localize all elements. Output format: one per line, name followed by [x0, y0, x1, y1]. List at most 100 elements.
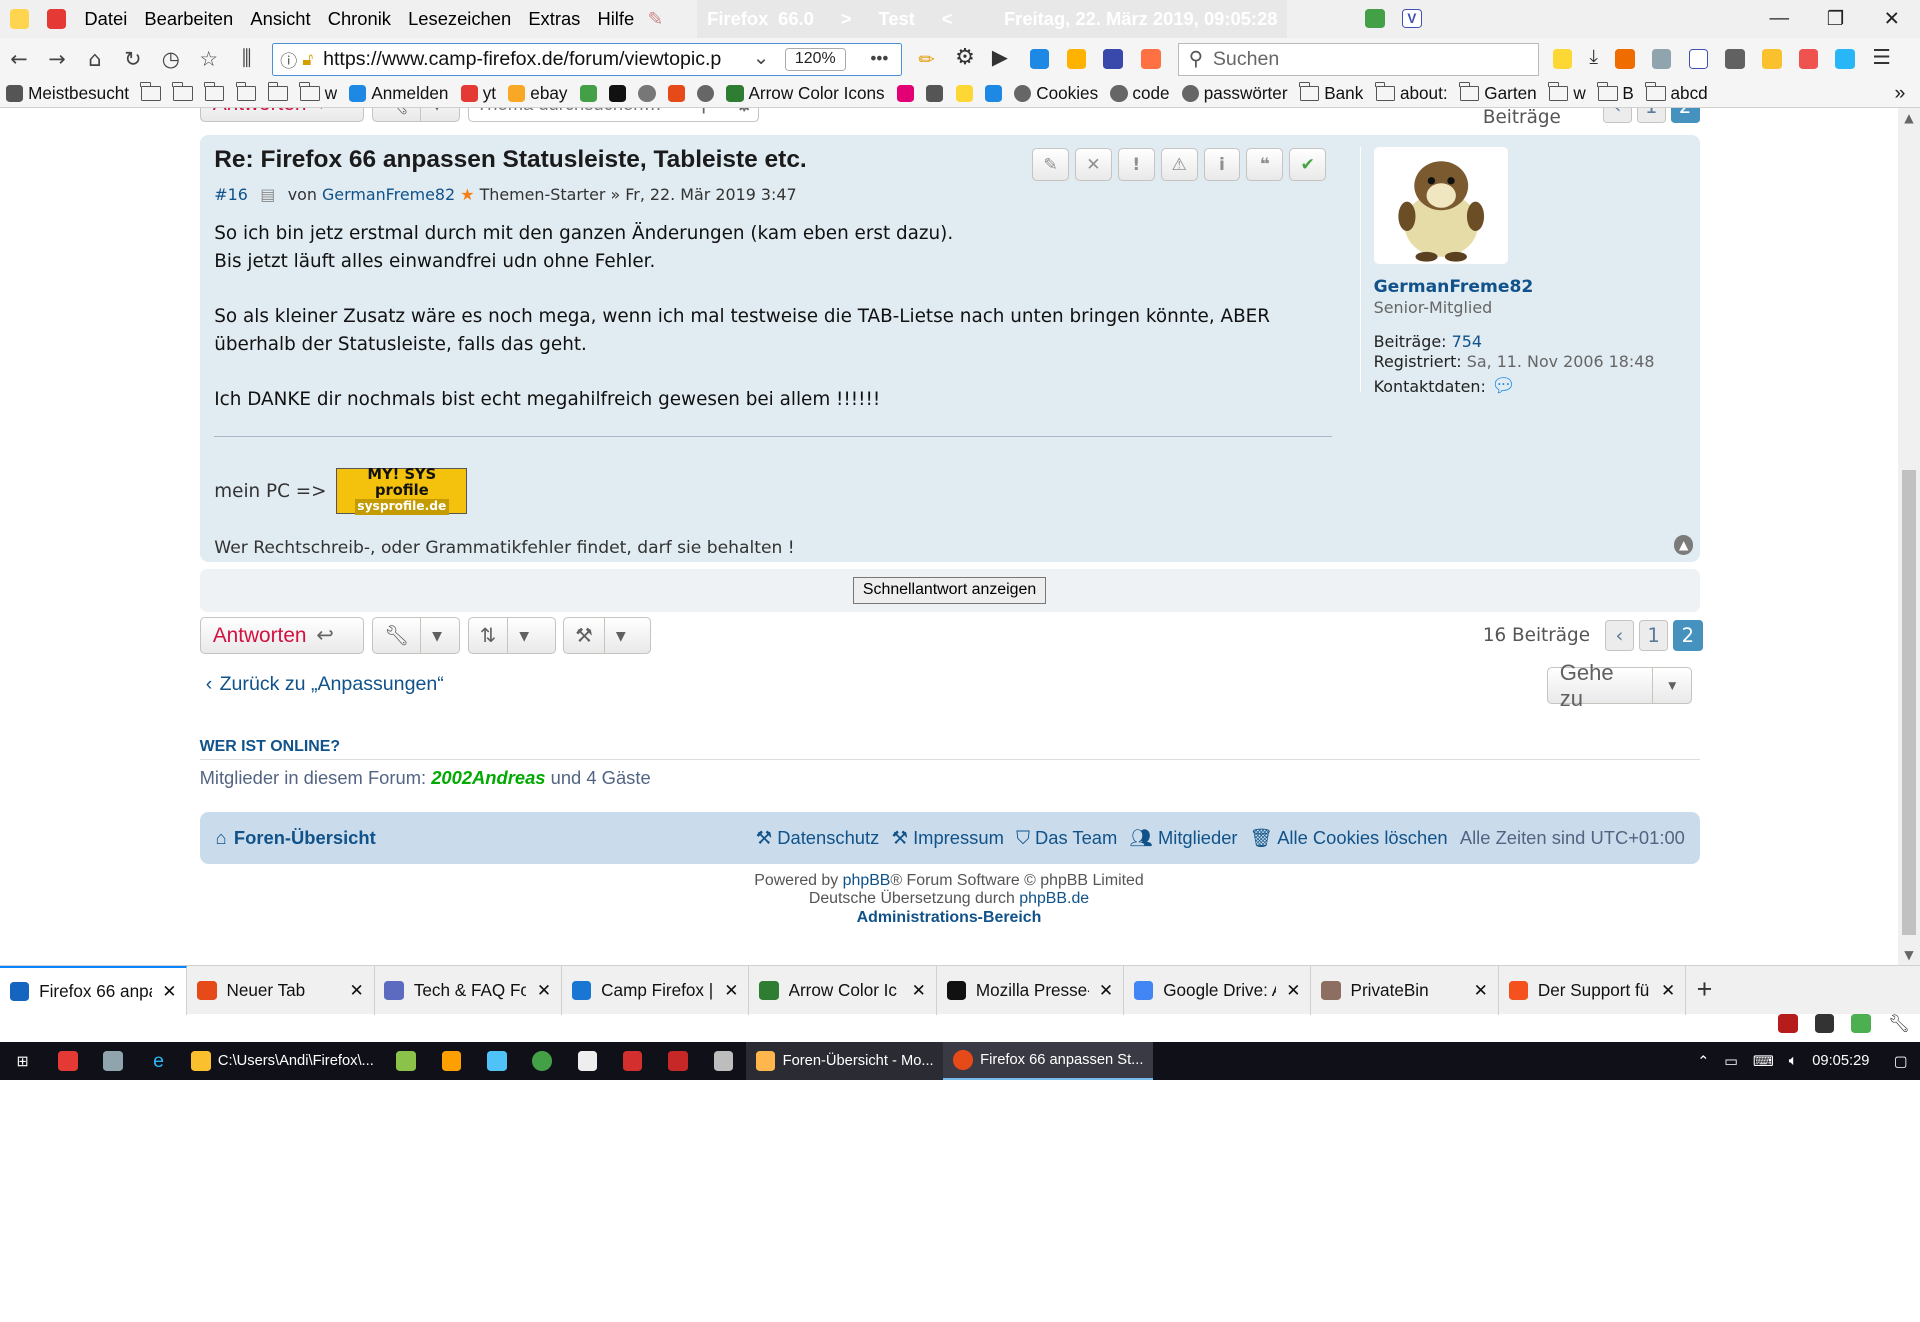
phpbb-link[interactable]: phpBB — [843, 872, 891, 889]
page-1-link[interactable]: 1 — [1638, 619, 1669, 652]
tab-close-icon[interactable]: ✕ — [724, 980, 738, 1001]
bookmark-item[interactable]: abcd — [1640, 81, 1714, 104]
avatar[interactable] — [1373, 146, 1509, 265]
menu-extras[interactable]: Extras — [520, 8, 589, 30]
bookmarks-overflow-icon[interactable]: » — [1894, 82, 1905, 105]
tab-close-icon[interactable]: ✕ — [537, 980, 551, 1001]
post-number-link[interactable]: #16 — [214, 185, 248, 204]
app-icon-9[interactable] — [655, 1042, 700, 1080]
network-icon[interactable]: ⌨ — [1753, 1053, 1774, 1070]
clock[interactable]: 09:05:29 — [1812, 1053, 1869, 1069]
browser-tab[interactable]: Mozilla Presse- ✕ — [937, 965, 1125, 1015]
team-link[interactable]: ⛉ Das Team — [1016, 827, 1117, 849]
menu-hilfe[interactable]: Hilfe — [589, 8, 643, 30]
addon-icon-2[interactable] — [1651, 48, 1672, 69]
prev-page-icon[interactable]: ‹ — [1604, 619, 1635, 652]
app-icon-5[interactable] — [474, 1042, 519, 1080]
bookmark-item[interactable] — [574, 84, 603, 102]
bookmark-item[interactable]: yt — [455, 83, 503, 104]
browser-tab[interactable]: Der Support fü ✕ — [1499, 965, 1687, 1015]
imprint-link[interactable]: ⚒ Impressum — [892, 827, 1004, 849]
bookmark-item[interactable]: Bank — [1294, 81, 1370, 104]
tab-close-icon[interactable]: ✕ — [1099, 980, 1113, 1001]
chevron-up-icon[interactable]: ⌃ — [1697, 1053, 1709, 1070]
app-icon-7[interactable] — [565, 1042, 610, 1080]
battery-icon[interactable]: ▭ — [1724, 1053, 1738, 1070]
prev-page-icon[interactable]: ‹ — [1602, 107, 1632, 123]
bookmark-item[interactable] — [920, 84, 949, 102]
sysprofile-badge[interactable]: MY! SYS profile sysprofile.de — [336, 467, 468, 515]
menu-datei[interactable]: Datei — [76, 8, 136, 30]
brush-icon[interactable]: ✏︎ — [918, 48, 934, 71]
page-2-link[interactable]: 2 — [1673, 619, 1703, 652]
bookmark-item[interactable]: code — [1104, 83, 1175, 104]
tab-close-icon[interactable]: ✕ — [1661, 980, 1675, 1001]
answer-button-bottom[interactable]: Antworten ↩ — [199, 617, 364, 654]
menu-ansicht[interactable]: Ansicht — [242, 8, 319, 30]
post-title[interactable]: Re: Firefox 66 anpassen Statusleiste, Ta… — [214, 146, 806, 174]
quick-reply-button[interactable]: Schnellantwort anzeigen — [853, 576, 1046, 604]
history-icon[interactable]: ◷ — [152, 40, 190, 77]
browser-tab[interactable]: Tech & FAQ Fo ✕ — [375, 965, 563, 1015]
forum-index-link[interactable]: ⌂ Foren-Übersicht — [215, 827, 375, 849]
tab-close-icon[interactable]: ✕ — [1286, 980, 1300, 1001]
bookmark-item[interactable] — [662, 84, 691, 102]
taskbar-window-1[interactable]: Foren-Übersicht - Mo... — [745, 1042, 944, 1080]
url-bar[interactable]: ⓘ 🔓︎ https://www.camp-firefox.de/forum/v… — [271, 42, 903, 76]
back-to-top-icon[interactable]: ▲ — [1673, 535, 1694, 555]
bookmark-item[interactable] — [891, 84, 920, 102]
taskbar-window-2[interactable]: Firefox 66 anpassen St... — [943, 1042, 1154, 1080]
minimize-icon[interactable]: — — [1751, 0, 1807, 38]
bookmark-item[interactable]: passwörter — [1176, 83, 1294, 104]
addon-icon-3[interactable] — [1688, 48, 1709, 69]
gear-icon[interactable]: ⚙ — [735, 108, 753, 116]
search-bar[interactable]: ⚲ Suchen — [1177, 42, 1540, 76]
members-link[interactable]: 👥︎ Mitglieder — [1130, 827, 1238, 849]
info-icon[interactable]: ⓘ — [280, 47, 297, 72]
bookmark-item[interactable]: ebay — [502, 83, 573, 104]
bookmark-item[interactable]: B — [1592, 81, 1640, 104]
warning-icon[interactable]: ⚠ — [1160, 148, 1198, 182]
bookmark-item[interactable]: Garten — [1454, 81, 1543, 104]
library-icon[interactable]: ⫼ — [228, 40, 266, 77]
addon-icon-1[interactable] — [1615, 48, 1635, 69]
play-icon[interactable]: ▶ — [992, 45, 1008, 69]
phpbb-de-link[interactable]: phpBB.de — [1019, 890, 1089, 907]
scrollbar-thumb[interactable] — [1901, 470, 1917, 936]
download-icon[interactable]: ⤓ — [1589, 45, 1598, 69]
zoom-indicator[interactable]: 120% — [784, 47, 846, 71]
bookmark-item[interactable] — [979, 84, 1008, 102]
edit-icon[interactable]: ✎ — [1032, 148, 1069, 182]
s-addon-icon[interactable] — [1851, 1013, 1871, 1034]
menu-lesezeichen[interactable]: Lesezeichen — [400, 8, 520, 30]
app-icon-10[interactable] — [701, 1042, 746, 1080]
tab-close-icon[interactable]: ✕ — [1474, 980, 1488, 1001]
ublock-icon[interactable] — [1777, 1013, 1798, 1034]
bookmark-item[interactable]: Arrow Color Icons — [720, 83, 890, 104]
v-addon-icon[interactable]: V — [1402, 8, 1422, 29]
browser-tab[interactable]: Firefox 66 anpa ✕ — [0, 965, 188, 1015]
gear-icon[interactable]: ⚙ — [955, 45, 975, 70]
star-icon[interactable]: ☆ — [190, 40, 228, 77]
browser-tab[interactable]: Arrow Color Ic ✕ — [749, 965, 937, 1015]
delete-cookies-link[interactable]: 🗑︎ Alle Cookies löschen — [1250, 827, 1448, 849]
delete-icon[interactable]: ✕ — [1075, 148, 1112, 182]
tab-close-icon[interactable]: ✕ — [162, 981, 176, 1002]
app-icon-1[interactable] — [45, 1042, 90, 1080]
page-2-link[interactable]: 2 — [1670, 107, 1700, 123]
green-addon-icon[interactable] — [1365, 8, 1385, 29]
forward-icon[interactable]: → — [38, 40, 76, 77]
bookmark-item[interactable] — [691, 84, 720, 102]
bookmark-item[interactable] — [231, 81, 263, 101]
bookmark-item[interactable]: w — [1543, 81, 1592, 104]
info-icon[interactable]: i — [1203, 148, 1241, 182]
bookmark-item[interactable]: Meistbesucht — [0, 83, 135, 104]
check-icon[interactable]: ✔ — [1289, 148, 1327, 182]
scroll-up-icon[interactable]: ▲ — [1898, 108, 1920, 128]
yellow-folder-icon[interactable] — [1066, 48, 1087, 69]
bookmark-item[interactable]: Anmelden — [343, 83, 454, 104]
tab-close-icon[interactable]: ✕ — [912, 980, 926, 1001]
app-icon-8[interactable] — [610, 1042, 655, 1080]
goto-dropdown[interactable]: Gehe zu ▼ — [1546, 660, 1693, 711]
blue-folder-icon[interactable] — [1029, 48, 1050, 69]
